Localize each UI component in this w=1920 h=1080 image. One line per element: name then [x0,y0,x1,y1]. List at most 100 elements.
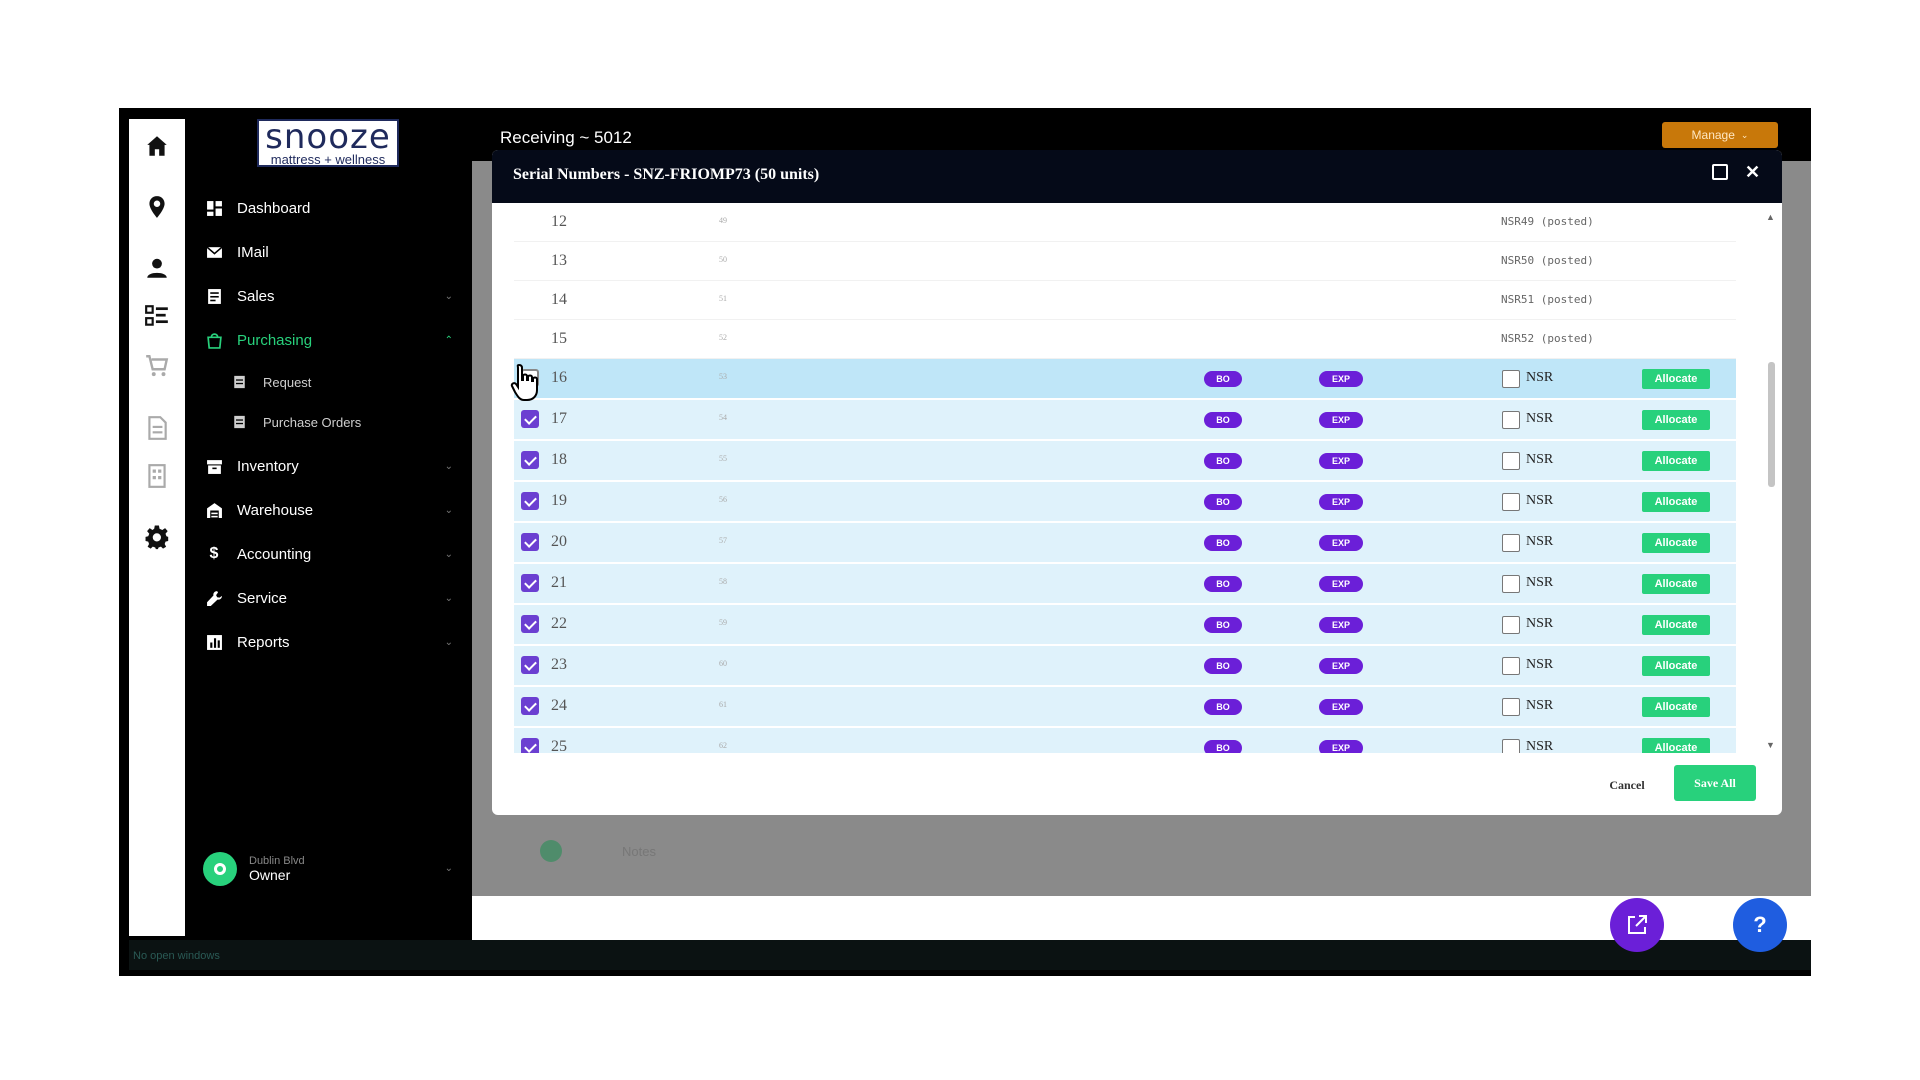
table-row[interactable]: 23 60 BO EXP NSR Allocate [514,646,1736,685]
exp-badge[interactable]: EXP [1319,453,1363,469]
sidebar-item-warehouse[interactable]: Warehouse ⌄ [203,493,457,527]
row-checkbox[interactable] [521,656,539,674]
sidebar-item-reports[interactable]: Reports ⌄ [203,625,457,659]
scroll-up-arrow-icon[interactable]: ▲ [1766,212,1775,222]
allocate-button[interactable]: Allocate [1642,656,1710,676]
logo-word: snooze [265,117,391,157]
sidebar-subitem-purchase-orders[interactable]: Purchase Orders [233,407,453,437]
nsr-checkbox[interactable] [1502,534,1520,552]
bo-badge[interactable]: BO [1204,535,1242,551]
scrollbar-thumb[interactable] [1768,362,1775,487]
open-external-button[interactable] [1610,898,1664,952]
sidebar-item-service[interactable]: Service ⌄ [203,581,457,615]
nsr-checkbox[interactable] [1502,657,1520,675]
bo-badge[interactable]: BO [1204,617,1242,633]
checklist-icon[interactable] [129,303,185,329]
allocate-button[interactable]: Allocate [1642,615,1710,635]
table-row[interactable]: 19 56 BO EXP NSR Allocate [514,482,1736,521]
sidebar-item-inventory[interactable]: Inventory ⌄ [203,449,457,483]
sidebar-item-sales[interactable]: Sales ⌄ [203,279,457,313]
sidebar-item-dashboard[interactable]: Dashboard [203,191,457,225]
exp-badge[interactable]: EXP [1319,494,1363,510]
serial-value: NSR52 (posted) [1501,332,1594,345]
table-row[interactable]: 22 59 BO EXP NSR Allocate [514,605,1736,644]
sidebar-item-accounting[interactable]: $ Accounting ⌄ [203,537,457,571]
cart-icon[interactable] [129,353,185,379]
scrollbar[interactable]: ▲ ▼ [1766,212,1778,752]
allocate-button[interactable]: Allocate [1642,574,1710,594]
nsr-checkbox[interactable] [1502,493,1520,511]
bo-badge[interactable]: BO [1204,371,1242,387]
user-icon[interactable] [129,255,185,281]
nsr-checkbox[interactable] [1502,739,1520,753]
nsr-checkbox[interactable] [1502,698,1520,716]
allocate-button[interactable]: Allocate [1642,492,1710,512]
row-checkbox[interactable] [521,492,539,510]
allocate-button[interactable]: Allocate [1642,369,1710,389]
sidebar-item-purchasing[interactable]: Purchasing ⌃ [203,323,457,357]
allocate-button[interactable]: Allocate [1642,697,1710,717]
nsr-checkbox[interactable] [1502,452,1520,470]
row-checkbox[interactable] [521,410,539,428]
document-icon[interactable] [129,415,185,441]
row-checkbox[interactable] [521,697,539,715]
allocate-button[interactable]: Allocate [1642,533,1710,553]
row-checkbox[interactable] [521,738,539,753]
allocate-button[interactable]: Allocate [1642,410,1710,430]
allocate-button[interactable]: Allocate [1642,451,1710,471]
allocate-button[interactable]: Allocate [1642,738,1710,753]
exp-badge[interactable]: EXP [1319,699,1363,715]
bo-badge[interactable]: BO [1204,412,1242,428]
exp-badge[interactable]: EXP [1319,576,1363,592]
save-all-button[interactable]: Save All [1674,765,1756,801]
gear-icon[interactable] [129,525,185,551]
table-row[interactable]: 17 54 BO EXP NSR Allocate [514,400,1736,439]
exp-badge[interactable]: EXP [1319,740,1363,753]
user-location: Dublin Blvd [249,855,305,867]
sidebar-subitem-request[interactable]: Request [233,367,453,397]
bo-badge[interactable]: BO [1204,658,1242,674]
location-pin-icon[interactable] [129,194,185,220]
help-button[interactable]: ? [1733,898,1787,952]
exp-badge[interactable]: EXP [1319,412,1363,428]
table-row[interactable]: 24 61 BO EXP NSR Allocate [514,687,1736,726]
bo-badge[interactable]: BO [1204,699,1242,715]
bo-badge[interactable]: BO [1204,740,1242,753]
nsr-label: NSR [1526,534,1554,549]
inventory-icon [203,455,225,477]
building-icon[interactable] [129,463,185,489]
table-row[interactable]: 20 57 BO EXP NSR Allocate [514,523,1736,562]
table-row[interactable]: 21 58 BO EXP NSR Allocate [514,564,1736,603]
nsr-checkbox[interactable] [1502,575,1520,593]
chevron-down-icon: ⌄ [444,592,453,604]
home-icon[interactable] [129,133,185,159]
avatar [203,852,237,886]
user-menu[interactable]: Dublin Blvd Owner ⌄ [203,847,457,891]
row-checkbox[interactable] [521,615,539,633]
table-row[interactable]: 16 53 BO EXP NSR Allocate [514,359,1736,398]
brand-logo[interactable]: snooze mattress + wellness [257,119,399,167]
exp-badge[interactable]: EXP [1319,617,1363,633]
bo-badge[interactable]: BO [1204,494,1242,510]
bo-badge[interactable]: BO [1204,576,1242,592]
nsr-label: NSR [1526,575,1554,590]
cancel-button[interactable]: Cancel [1602,774,1652,796]
maximize-icon[interactable] [1712,164,1728,180]
table-row[interactable]: 18 55 BO EXP NSR Allocate [514,441,1736,480]
row-checkbox[interactable] [521,574,539,592]
nsr-checkbox[interactable] [1502,370,1520,388]
row-checkbox[interactable] [521,451,539,469]
document-icon [233,375,249,389]
nsr-checkbox[interactable] [1502,411,1520,429]
exp-badge[interactable]: EXP [1319,371,1363,387]
exp-badge[interactable]: EXP [1319,658,1363,674]
sidebar-item-imail[interactable]: IMail [203,235,457,269]
exp-badge[interactable]: EXP [1319,535,1363,551]
scroll-down-arrow-icon[interactable]: ▼ [1766,740,1775,750]
nsr-checkbox[interactable] [1502,616,1520,634]
bo-badge[interactable]: BO [1204,453,1242,469]
close-icon[interactable]: ✕ [1745,162,1760,182]
manage-button[interactable]: Manage ⌄ [1662,122,1778,148]
table-row[interactable]: 25 62 BO EXP NSR Allocate [514,728,1736,753]
row-checkbox[interactable] [521,533,539,551]
